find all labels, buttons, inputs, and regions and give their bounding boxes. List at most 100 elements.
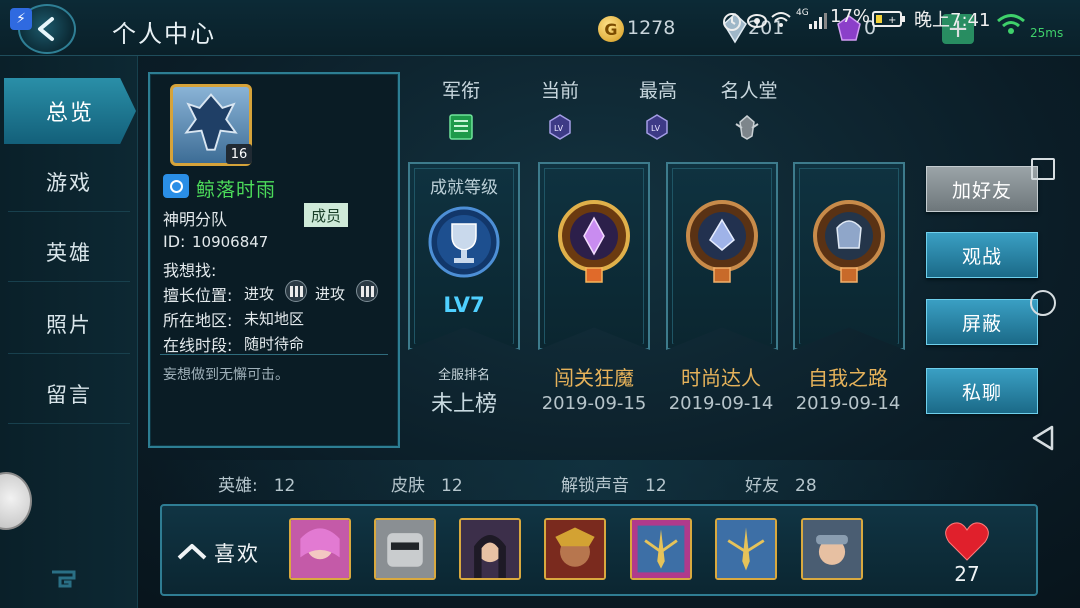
online-value: 随时待命 [244, 335, 305, 353]
rank-header-highest: 最高 [638, 80, 677, 102]
alarm-icon [723, 13, 741, 31]
battery-percent: 17% [830, 6, 871, 27]
medal-2-icon [686, 200, 758, 283]
highest-rank-icon: LV [646, 114, 668, 140]
game-wifi-icon [997, 14, 1025, 34]
block-button[interactable]: 屏蔽 [926, 299, 1038, 345]
network-type: 4G [796, 8, 809, 18]
private-chat-button[interactable]: 私聊 [926, 368, 1038, 414]
avatar-level-badge: 16 [226, 144, 252, 164]
likes-label: 喜欢 [214, 542, 260, 566]
back-arrow-icon [38, 17, 54, 41]
id-label: ID: [163, 232, 186, 251]
stat-skins: 皮肤 12 [391, 471, 463, 496]
achievement-level: LV7 [443, 293, 485, 317]
liked-hero-3[interactable] [459, 518, 521, 580]
hero-portrait-icon [717, 520, 775, 578]
stat-friends: 好友 28 [745, 471, 817, 496]
stat-heroes-value: 12 [273, 476, 296, 496]
liked-hero-4[interactable] [544, 518, 606, 580]
hall-of-fame-icon [735, 115, 759, 140]
nav-tab-games[interactable]: 游戏 [8, 152, 130, 212]
server-rank-label: 全服排名 [437, 368, 490, 383]
medal-2-name: 时尚达人 [681, 366, 761, 390]
battery-icon: + [872, 11, 905, 27]
likes-count: 27 [954, 562, 980, 586]
liked-hero-5[interactable] [630, 518, 692, 580]
position-2-icon [356, 280, 378, 302]
chevron-up-icon[interactable] [175, 540, 209, 562]
android-home-button[interactable] [1030, 290, 1056, 316]
page-title: 个人中心 [112, 20, 216, 48]
medal-3-date: 2019-09-14 [795, 393, 901, 414]
military-rank-icon [449, 114, 473, 140]
coin-count: 1278 [627, 17, 676, 39]
trophy-icon [428, 206, 500, 278]
looking-for-label: 我想找: [163, 261, 217, 280]
hero-portrait-icon [376, 520, 434, 578]
heart-icon[interactable] [944, 520, 990, 562]
stat-friends-label: 好友 [745, 476, 779, 496]
rank-header-current: 当前 [540, 80, 579, 102]
rank-header-hall-of-fame: 名人堂 [720, 80, 778, 102]
add-friend-button[interactable]: 加好友 [926, 166, 1038, 212]
stat-heroes: 英雄: 12 [218, 471, 295, 496]
current-rank-icon: LV [549, 114, 571, 140]
ping-value: 25ms [1030, 26, 1064, 40]
medal-3-icon [813, 200, 885, 283]
stat-voices-label: 解锁声音 [561, 476, 629, 496]
position-1-icon [285, 280, 307, 302]
stat-heroes-label: 英雄: [218, 476, 258, 496]
signature: 妄想做到无懈可击。 [163, 367, 289, 383]
android-recents-button[interactable] [1031, 158, 1055, 180]
hero-portrait-icon [632, 520, 690, 578]
position-1: 进攻 [244, 285, 275, 303]
squad-name: 神明分队 [163, 210, 228, 229]
clock: 晚上7:41 [914, 10, 991, 31]
rank-header-title: 军衔 [441, 80, 480, 102]
member-tag: 成员 [304, 203, 348, 227]
hero-portrait-icon [803, 520, 861, 578]
nav-tab-messages[interactable]: 留言 [8, 364, 130, 424]
medal-1-icon [558, 200, 630, 283]
online-label: 在线时段: [163, 336, 233, 355]
medal-3-name: 自我之路 [808, 366, 888, 390]
achievement-title: 成就等级 [430, 178, 498, 198]
hero-portrait-icon [546, 520, 604, 578]
liked-hero-1[interactable] [289, 518, 351, 580]
medal-1-name: 闯关狂魔 [554, 366, 634, 390]
nav-tab-photos[interactable]: 照片 [8, 294, 130, 354]
svg-text:LV: LV [554, 124, 564, 133]
stat-skins-value: 12 [441, 476, 463, 496]
wifi-status-icon [771, 12, 791, 27]
android-back-button[interactable] [1030, 424, 1056, 452]
stat-friends-value: 28 [795, 476, 817, 496]
stat-voices: 解锁声音 12 [561, 471, 667, 496]
region-value: 未知地区 [244, 310, 305, 328]
medal-1-date: 2019-09-15 [541, 393, 647, 414]
svg-text:LV: LV [651, 124, 661, 133]
liked-hero-7[interactable] [801, 518, 863, 580]
game-logo-icon [52, 570, 76, 588]
liked-hero-2[interactable] [374, 518, 436, 580]
gold-coin-icon: G [598, 16, 624, 42]
qq-icon [163, 174, 189, 198]
hero-portrait-icon [291, 520, 349, 578]
eye-icon [747, 14, 767, 28]
liked-hero-6[interactable] [715, 518, 777, 580]
medal-2-date: 2019-09-14 [668, 393, 774, 414]
position-2: 进攻 [315, 285, 346, 303]
nav-tab-overview[interactable]: 总览 [4, 78, 136, 144]
nav-tab-heroes[interactable]: 英雄 [8, 222, 130, 282]
hero-portrait-icon [461, 520, 519, 578]
player-name: 鲸落时雨 [196, 179, 277, 201]
svg-text:+: + [888, 15, 896, 26]
region-label: 所在地区: [163, 311, 233, 330]
id-value: 10906847 [192, 233, 269, 251]
stat-skins-label: 皮肤 [391, 476, 425, 496]
server-rank-value: 未上榜 [430, 392, 497, 417]
divider [160, 354, 388, 355]
spectate-button[interactable]: 观战 [926, 232, 1038, 278]
position-label: 擅长位置: [163, 286, 233, 305]
signal-icon [809, 13, 827, 29]
